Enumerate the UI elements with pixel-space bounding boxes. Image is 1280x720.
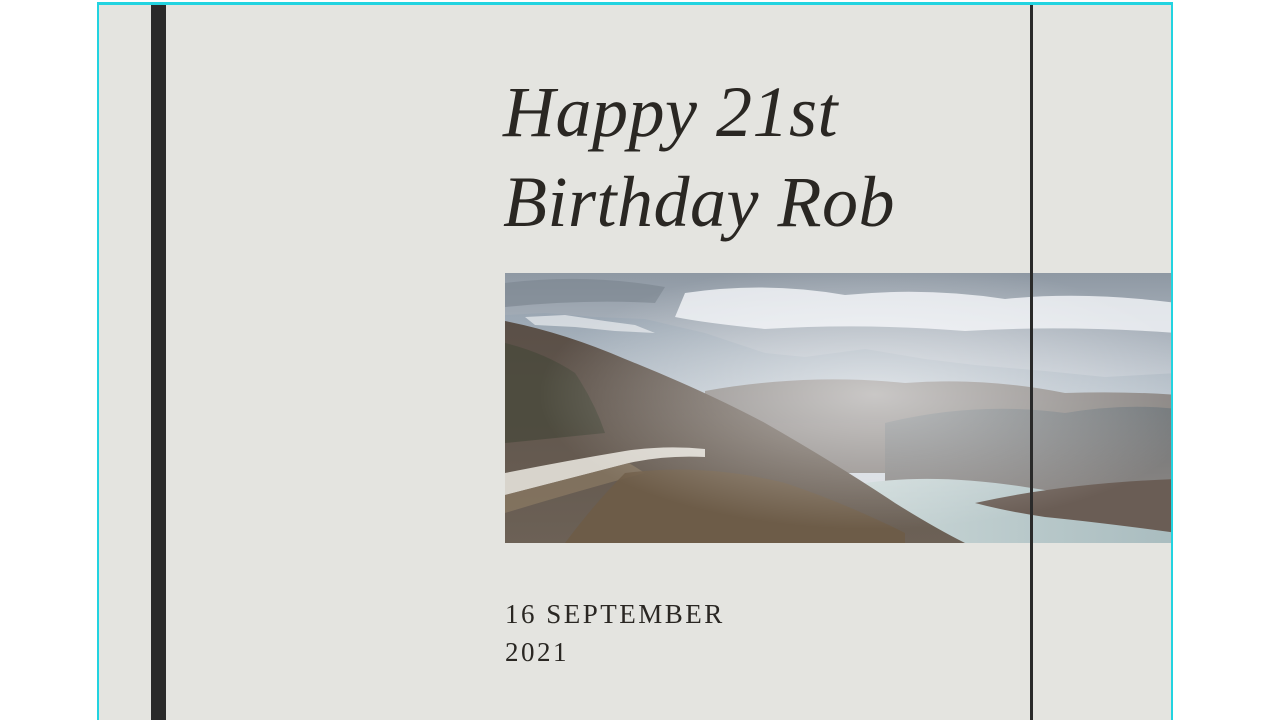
- event-date: 16 SEPTEMBER 2021: [505, 595, 725, 671]
- title-line-2: Birthday Rob: [503, 162, 895, 242]
- landscape-photo: [505, 273, 1171, 543]
- card-title: Happy 21st Birthday Rob: [503, 67, 895, 247]
- left-decorative-bar: [151, 5, 166, 720]
- birthday-card: Happy 21st Birthday Rob 16 SEPTEMBER 202…: [97, 2, 1173, 720]
- title-line-1: Happy 21st: [503, 72, 838, 152]
- date-year: 2021: [505, 637, 569, 667]
- right-decorative-line: [1030, 5, 1033, 720]
- date-day-month: 16 SEPTEMBER: [505, 599, 725, 629]
